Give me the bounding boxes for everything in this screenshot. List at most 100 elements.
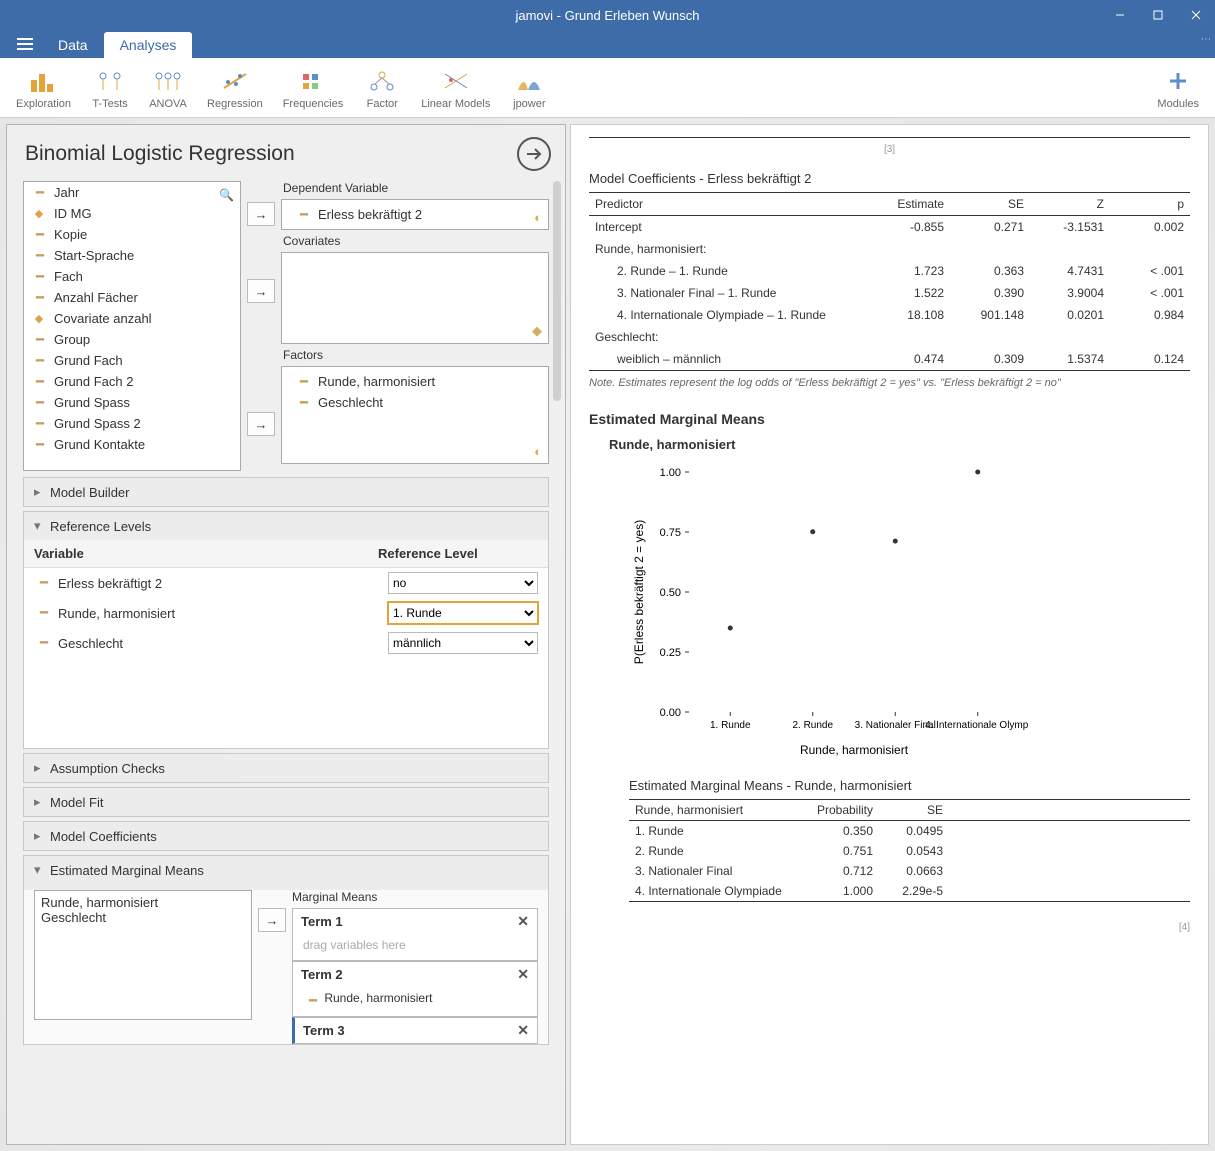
id-icon — [30, 207, 48, 221]
ribbon-overflow-icon[interactable]: ⋮ — [1200, 34, 1211, 45]
chevron-right-icon: ▸ — [34, 760, 42, 776]
ribbon-modules[interactable]: Modules — [1157, 66, 1199, 110]
search-icon[interactable]: 🔍 — [219, 188, 234, 202]
emm-term-2[interactable]: Term 2✕ Runde, harmonisiert — [292, 961, 538, 1017]
window-maximize-button[interactable] — [1139, 0, 1177, 30]
table-row: 2. Runde – 1. Runde1.7230.3634.7431< .00… — [589, 260, 1190, 282]
close-icon[interactable]: ✕ — [517, 1022, 529, 1039]
variable-item[interactable]: Fach — [24, 266, 240, 287]
variable-item[interactable]: Covariate anzahl — [24, 308, 240, 329]
ribbon-anova[interactable]: ANOVA — [149, 66, 187, 110]
reference-level-select-0[interactable]: no — [388, 572, 538, 594]
svg-text:1.00: 1.00 — [660, 467, 681, 479]
section-model-fit-header[interactable]: ▸Model Fit — [24, 788, 548, 816]
variable-item[interactable]: Grund Fach 2 — [24, 371, 240, 392]
page-number: [3] — [589, 144, 1190, 155]
move-to-factors-button[interactable]: → — [247, 412, 275, 436]
bar-chart-icon — [25, 66, 63, 96]
window-close-button[interactable] — [1177, 0, 1215, 30]
emm-supply-list[interactable]: Runde, harmonisiert Geschlecht — [34, 890, 252, 1020]
nominal-slot-icon: ◐ — [534, 210, 542, 225]
table-row: 1. Runde0.3500.0495 — [629, 821, 1190, 841]
id-icon — [30, 312, 48, 326]
variable-item[interactable]: Group — [24, 329, 240, 350]
nominal-icon — [34, 606, 52, 620]
variable-item[interactable]: Anzahl Fächer — [24, 287, 240, 308]
svg-text:0.00: 0.00 — [660, 707, 681, 719]
dependent-label: Dependent Variable — [281, 181, 549, 195]
variable-item[interactable]: Kopie — [24, 224, 240, 245]
factors-target[interactable]: Runde, harmonisiert Geschlecht ◐ — [281, 366, 549, 464]
variable-item[interactable]: Grund Spass 2 — [24, 413, 240, 434]
move-to-dependent-button[interactable]: → — [247, 202, 275, 226]
section-reference-levels-header[interactable]: ▾Reference Levels — [24, 512, 548, 540]
section-assumption-checks-header[interactable]: ▸Assumption Checks — [24, 754, 548, 782]
svg-text:4. Internationale Olympi: 4. Internationale Olympi — [925, 720, 1029, 731]
svg-text:0.75: 0.75 — [660, 527, 681, 539]
section-emm: ▾Estimated Marginal Means Runde, harmoni… — [23, 855, 549, 1045]
emm-chart: 0.000.250.500.751.001. Runde2. Runde3. N… — [629, 462, 1029, 762]
scrollbar-thumb[interactable] — [553, 181, 561, 401]
factor-icon — [363, 66, 401, 96]
covariates-target[interactable]: ◆ — [281, 252, 549, 344]
svg-text:3. Nationaler Final: 3. Nationaler Final — [855, 720, 936, 731]
results-panel[interactable]: [3] Model Coefficients - Erless bekräfti… — [570, 124, 1209, 1145]
section-model-coefficients-header[interactable]: ▸Model Coefficients — [24, 822, 548, 850]
nominal-icon — [30, 186, 48, 200]
analysis-title: Binomial Logistic Regression — [25, 142, 295, 166]
emm-term-3[interactable]: Term 3✕ — [292, 1017, 538, 1044]
app-window: jamovi - Grund Erleben Wunsch Data Analy… — [0, 0, 1215, 1151]
nominal-icon — [30, 333, 48, 347]
variable-item[interactable]: Start-Sprache — [24, 245, 240, 266]
ttest-icon — [91, 66, 129, 96]
run-arrow-button[interactable] — [517, 137, 551, 171]
ribbon-exploration[interactable]: Exploration — [16, 66, 71, 110]
reference-level-select-1[interactable]: 1. Runde — [388, 602, 538, 624]
variable-item[interactable]: Grund Spass — [24, 392, 240, 413]
close-icon[interactable]: ✕ — [517, 966, 529, 983]
linear-models-icon — [437, 66, 475, 96]
nominal-icon — [34, 576, 52, 590]
svg-text:1. Runde: 1. Runde — [710, 720, 751, 731]
move-to-covariates-button[interactable]: → — [247, 279, 275, 303]
nominal-icon — [30, 375, 48, 389]
svg-text:0.50: 0.50 — [660, 587, 681, 599]
emm-heading: Estimated Marginal Means — [589, 411, 1190, 427]
section-emm-header[interactable]: ▾Estimated Marginal Means — [24, 856, 548, 884]
variable-item[interactable]: Grund Kontakte — [24, 434, 240, 455]
variable-item[interactable]: Grund Fach — [24, 350, 240, 371]
nominal-icon — [294, 396, 312, 410]
nominal-icon — [30, 228, 48, 242]
nominal-icon — [294, 375, 312, 389]
reference-level-row: Geschlecht männlich — [24, 628, 548, 658]
table-row: 3. Nationaler Final0.7120.0663 — [629, 861, 1190, 881]
chevron-right-icon: ▸ — [34, 828, 42, 844]
section-model-builder: ▸Model Builder — [23, 477, 549, 507]
ribbon-regression[interactable]: Regression — [207, 66, 263, 110]
variable-item[interactable]: ID MG — [24, 203, 240, 224]
ribbon-linear-models[interactable]: Linear Models — [421, 66, 490, 110]
emm-move-button[interactable]: → — [258, 908, 286, 932]
ribbon-ttests[interactable]: T-Tests — [91, 66, 129, 110]
options-panel: Binomial Logistic Regression 🔍 JahrID MG… — [6, 124, 566, 1145]
menubar: Data Analyses ⋮ — [0, 30, 1215, 58]
modules-plus-icon — [1159, 66, 1197, 96]
variable-supply-list[interactable]: 🔍 JahrID MGKopieStart-SpracheFachAnzahl … — [23, 181, 241, 471]
reference-level-select-2[interactable]: männlich — [388, 632, 538, 654]
coefficients-note: Note. Estimates represent the log odds o… — [589, 377, 1190, 389]
options-body: 🔍 JahrID MGKopieStart-SpracheFachAnzahl … — [7, 181, 565, 1144]
ribbon-frequencies[interactable]: Frequencies — [283, 66, 344, 110]
dependent-target[interactable]: Erless bekräftigt 2 ◐ — [281, 199, 549, 230]
variable-item[interactable]: Jahr — [24, 182, 240, 203]
window-minimize-button[interactable] — [1101, 0, 1139, 30]
tab-data[interactable]: Data — [42, 32, 104, 58]
section-model-builder-header[interactable]: ▸Model Builder — [24, 478, 548, 506]
close-icon[interactable]: ✕ — [517, 913, 529, 930]
ribbon-jpower[interactable]: jpower — [510, 66, 548, 110]
reference-levels-table: VariableReference Level Erless bekräftig… — [24, 540, 548, 748]
hamburger-menu-button[interactable] — [8, 30, 42, 58]
tab-analyses[interactable]: Analyses — [104, 32, 193, 58]
ribbon-factor[interactable]: Factor — [363, 66, 401, 110]
table-row: Intercept-0.8550.271-3.15310.002 — [589, 216, 1190, 238]
emm-term-1[interactable]: Term 1✕ drag variables here — [292, 908, 538, 961]
